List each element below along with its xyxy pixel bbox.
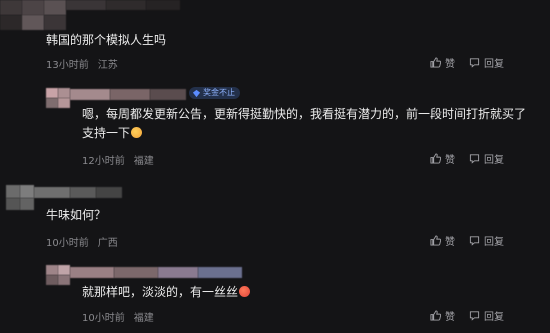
diamond-icon <box>192 89 201 97</box>
comment-location: 江苏 <box>97 60 118 71</box>
comment-text: 牛味如何？ <box>46 208 107 222</box>
red-face-emoji-icon <box>239 286 251 297</box>
comment-meta: 13小时前 江苏 <box>46 56 118 71</box>
comment-location: 福建 <box>133 313 154 324</box>
reply-icon <box>469 58 480 68</box>
comment-time: 12小时前 <box>82 156 125 167</box>
comment-text: 韩国的那个模拟人生吗 <box>46 33 167 47</box>
comment-text: 嗯，每周都发更新公告，更新得挺勤快的，我看挺有潜力的，前一段时间打折就买了支持一… <box>82 105 532 143</box>
comment-meta: 10小时前 福建 <box>82 309 154 324</box>
comment-time: 10小时前 <box>82 313 125 324</box>
like-button[interactable]: 赞 <box>430 233 455 248</box>
comment-actions: 赞 回复 <box>430 233 504 248</box>
comment-text-body: 嗯，每周都发更新公告，更新得挺勤快的，我看挺有潜力的，前一段时间打折就买了支持一… <box>82 107 527 140</box>
comment-actions: 赞 回复 <box>430 151 504 166</box>
reply-icon <box>469 154 480 164</box>
reply-icon <box>469 236 480 246</box>
comment-meta: 10小时前 广西 <box>46 234 118 249</box>
reply-button[interactable]: 回复 <box>469 308 504 323</box>
thumbs-up-icon <box>430 153 441 164</box>
status-badge[interactable]: 奖金不止 <box>189 87 240 99</box>
like-label: 赞 <box>445 237 455 248</box>
thumbs-up-icon <box>430 57 441 68</box>
thumbs-up-icon <box>430 235 441 246</box>
comment-text-body: 就那样吧，淡淡的，有一丝丝 <box>82 285 239 299</box>
reply-button[interactable]: 回复 <box>469 233 504 248</box>
reply-button[interactable]: 回复 <box>469 151 504 166</box>
reply-icon <box>469 311 480 321</box>
comment-text: 就那样吧，淡淡的，有一丝丝 <box>82 283 251 302</box>
reply-label: 回复 <box>484 155 504 166</box>
like-label: 赞 <box>445 155 455 166</box>
comment-time: 10小时前 <box>46 238 89 249</box>
like-button[interactable]: 赞 <box>430 308 455 323</box>
reply-label: 回复 <box>484 59 504 70</box>
like-button[interactable]: 赞 <box>430 151 455 166</box>
thumbs-up-icon <box>430 310 441 321</box>
comment-location: 广西 <box>97 238 118 249</box>
hug-emoji-icon <box>131 127 143 138</box>
badge-label: 奖金不止 <box>203 88 235 97</box>
comment-location: 福建 <box>133 156 154 167</box>
reply-button[interactable]: 回复 <box>469 55 504 70</box>
comment-actions: 赞 回复 <box>430 308 504 323</box>
like-label: 赞 <box>445 59 455 70</box>
like-label: 赞 <box>445 312 455 323</box>
comment-actions: 赞 回复 <box>430 55 504 70</box>
like-button[interactable]: 赞 <box>430 55 455 70</box>
comment-time: 13小时前 <box>46 60 89 71</box>
reply-label: 回复 <box>484 237 504 248</box>
comment-meta: 12小时前 福建 <box>82 152 154 167</box>
reply-label: 回复 <box>484 312 504 323</box>
